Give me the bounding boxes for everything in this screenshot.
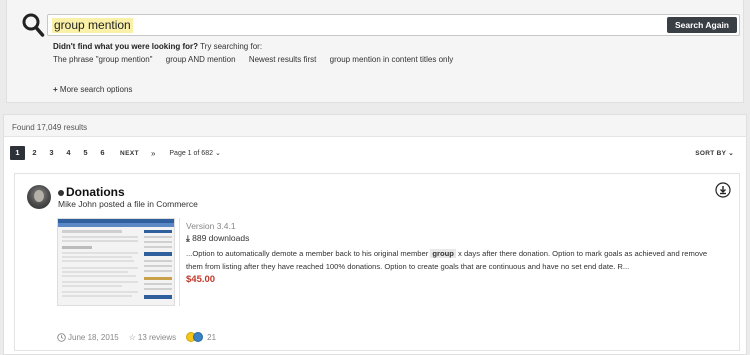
didnt-find-bold: Didn't find what you were looking for? <box>53 42 199 51</box>
download-count-icon: ⤓ <box>186 233 190 243</box>
page-6[interactable]: 6 <box>95 146 110 160</box>
search-panel: group mention Search Again Didn't find w… <box>6 0 744 103</box>
next-page-link[interactable]: NEXT <box>120 150 139 157</box>
sort-by-dropdown[interactable]: SORT BY ⌄ <box>695 149 734 157</box>
item-price: $45.00 <box>186 274 216 285</box>
page-5[interactable]: 5 <box>78 146 93 160</box>
more-options-label: More search options <box>59 85 133 94</box>
reaction-icon <box>193 332 204 342</box>
date-label: June 18, 2015 <box>68 332 119 342</box>
page-3[interactable]: 3 <box>44 146 59 160</box>
item-meta: June 18, 2015 ☆ 13 reviews 21 <box>57 332 226 342</box>
item-reactions[interactable]: 21 <box>186 332 216 342</box>
suggestion-link[interactable]: Newest results first <box>249 55 317 64</box>
reviews-label: 13 reviews <box>137 332 177 342</box>
page-4[interactable]: 4 <box>61 146 76 160</box>
result-card: Donations Mike John posted a file in Com… <box>14 173 740 351</box>
item-version: Version 3.4.1 <box>186 221 236 231</box>
page-2[interactable]: 2 <box>27 146 42 160</box>
download-icon[interactable] <box>715 182 731 198</box>
suggestion-link[interactable]: group mention in content titles only <box>330 55 454 64</box>
item-byline: Mike John posted a file in Commerce <box>58 199 198 209</box>
page-of-label: Page 1 of 682 <box>169 150 213 157</box>
status-dot <box>58 190 64 196</box>
sort-by-label: SORT BY <box>695 150 727 157</box>
chevron-down-icon: ⌄ <box>728 150 734 157</box>
clock-icon <box>57 332 66 342</box>
more-search-options-link[interactable]: + More search options <box>53 85 132 94</box>
item-snippet: ...Option to automatically demote a memb… <box>186 247 721 273</box>
item-reviews[interactable]: ☆ 13 reviews <box>129 333 176 342</box>
divider <box>179 218 180 306</box>
pagination: 1 2 3 4 5 6 NEXT » Page 1 of 682 ⌄ <box>10 146 221 160</box>
star-icon: ☆ <box>128 332 136 342</box>
chevron-down-icon: ⌄ <box>214 150 221 157</box>
search-again-button[interactable]: Search Again <box>666 17 737 33</box>
item-thumbnail[interactable] <box>57 218 175 306</box>
thumbnail-image <box>58 219 174 299</box>
downloads-label: 889 downloads <box>192 233 250 243</box>
didnt-find-text: Didn't find what you were looking for? T… <box>53 42 262 51</box>
item-downloads: ⤓ 889 downloads <box>186 233 249 244</box>
search-icon <box>22 13 45 37</box>
results-panel: Found 17,049 results 1 2 3 4 5 6 NEXT » … <box>3 114 747 355</box>
snippet-before: ...Option to automatically demote a memb… <box>186 249 429 258</box>
search-suggestions: The phrase "group mention" group AND men… <box>53 55 464 64</box>
results-count: Found 17,049 results <box>12 123 88 132</box>
page-1[interactable]: 1 <box>10 146 25 160</box>
results-header: Found 17,049 results <box>4 115 746 137</box>
plus-icon: + <box>53 85 58 94</box>
avatar[interactable] <box>27 185 51 209</box>
snippet-highlight: group <box>430 249 456 258</box>
item-date: June 18, 2015 <box>57 333 119 342</box>
didnt-find-rest: Try searching for: <box>198 42 263 51</box>
reaction-count: 21 <box>207 332 217 342</box>
last-page-link[interactable]: » <box>151 149 155 158</box>
search-input[interactable]: group mention Search Again <box>47 14 740 36</box>
search-query-value[interactable]: group mention <box>52 18 133 33</box>
suggestion-link[interactable]: The phrase "group mention" <box>53 55 153 64</box>
item-title-link[interactable]: Donations <box>66 185 125 199</box>
suggestion-link[interactable]: group AND mention <box>166 55 236 64</box>
page-jump-dropdown[interactable]: Page 1 of 682 ⌄ <box>169 149 220 157</box>
